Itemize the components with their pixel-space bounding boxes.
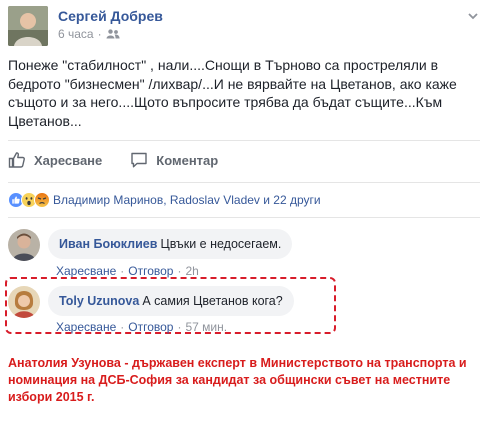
comment-text: Цвъки е недосегаем. bbox=[160, 237, 282, 251]
angry-reaction-icon bbox=[34, 192, 50, 208]
commenter-avatar[interactable] bbox=[8, 286, 40, 318]
like-label: Харесване bbox=[34, 152, 103, 168]
reaction-icons bbox=[8, 192, 50, 208]
comment-bubble: Toly Uzunova А самия Цветанов кога? bbox=[48, 286, 294, 316]
comment-like-link[interactable]: Харесване bbox=[56, 264, 116, 278]
comment-text: А самия Цветанов кога? bbox=[142, 294, 283, 308]
divider bbox=[8, 217, 480, 218]
commenter-avatar[interactable] bbox=[8, 229, 40, 261]
reactions-row[interactable]: Владимир Маринов, Radoslav Vladev и 22 д… bbox=[8, 192, 321, 208]
divider bbox=[8, 140, 480, 141]
friends-icon bbox=[106, 29, 120, 39]
comment-actions: Харесване · Отговор · 2h bbox=[56, 264, 199, 278]
comment-button[interactable]: Коментар bbox=[130, 151, 218, 169]
author-avatar[interactable] bbox=[8, 6, 48, 46]
commenter-name[interactable]: Toly Uzunova bbox=[59, 294, 139, 308]
thumbs-up-icon bbox=[8, 152, 25, 168]
post-time[interactable]: 6 часа bbox=[58, 27, 94, 41]
author-name[interactable]: Сергей Добрев bbox=[58, 8, 163, 24]
comment-like-link[interactable]: Харесване bbox=[56, 320, 116, 334]
comment-item: Toly Uzunova А самия Цветанов кога? bbox=[8, 286, 294, 318]
comment-label: Коментар bbox=[156, 152, 219, 168]
comment-reply-link[interactable]: Отговор bbox=[128, 264, 173, 278]
post-body: Понеже "стабилност" , нали....Снощи в Тъ… bbox=[8, 57, 457, 129]
annotation-caption: Анатолия Узунова - държавен експерт в Ми… bbox=[8, 356, 467, 404]
chevron-down-icon[interactable] bbox=[467, 10, 479, 22]
comment-bubble: Иван Боюклиев Цвъки е недосегаем. bbox=[48, 229, 293, 259]
comment-actions: Харесване · Отговор · 57 мин. bbox=[56, 320, 228, 334]
post-header: Сергей Добрев 6 часа · bbox=[8, 4, 483, 48]
like-button[interactable]: Харесване bbox=[8, 151, 102, 169]
comment-reply-link[interactable]: Отговор bbox=[128, 320, 173, 334]
comment-time[interactable]: 2h bbox=[185, 264, 198, 278]
post-meta: 6 часа · bbox=[58, 27, 120, 41]
divider bbox=[8, 182, 480, 183]
comment-item: Иван Боюклиев Цвъки е недосегаем. bbox=[8, 229, 293, 261]
commenter-name[interactable]: Иван Боюклиев bbox=[59, 237, 157, 251]
comment-time[interactable]: 57 мин. bbox=[185, 320, 227, 334]
comment-icon bbox=[131, 152, 147, 168]
reactions-summary[interactable]: Владимир Маринов, Radoslav Vladev и 22 д… bbox=[53, 193, 321, 207]
post-actions: Харесване Коментар bbox=[8, 148, 218, 172]
